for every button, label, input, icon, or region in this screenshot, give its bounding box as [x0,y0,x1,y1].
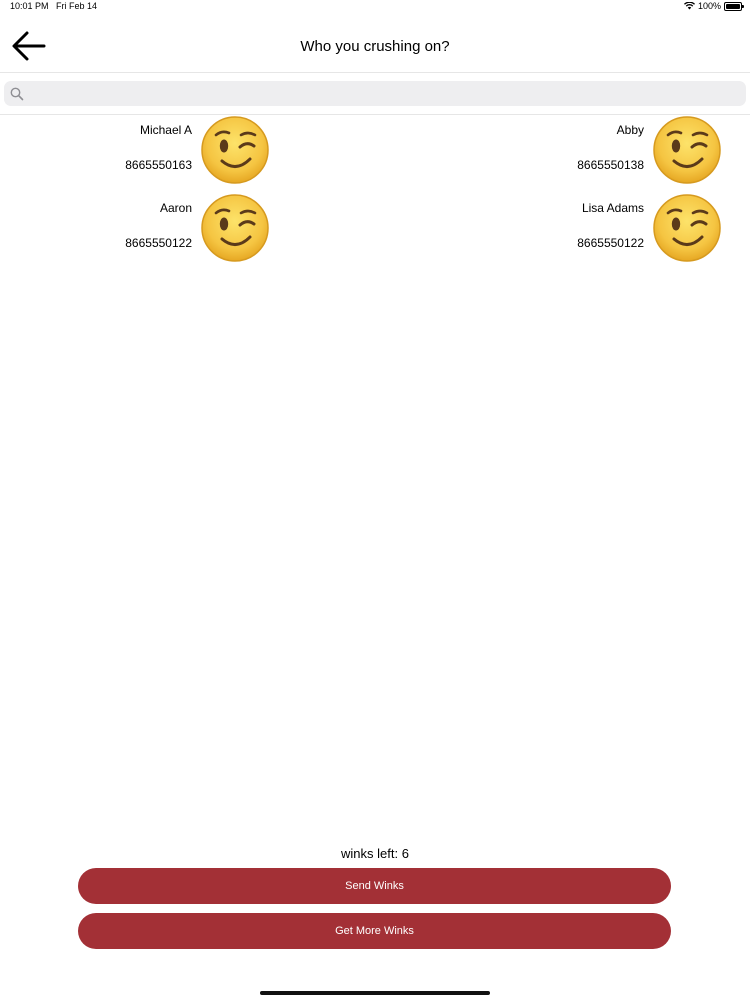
contact-item[interactable]: Michael A 8665550163 [74,115,274,189]
contact-item[interactable]: Aaron 8665550122 [74,193,274,267]
wifi-icon [683,2,695,10]
contact-item[interactable]: Abby 8665550138 [526,115,726,189]
contact-phone: 8665550122 [125,236,192,250]
navigation-bar: Who you crushing on? [0,14,750,73]
contact-item[interactable]: Lisa Adams 8665550122 [526,193,726,267]
home-indicator [260,991,490,995]
contact-name: Aaron [159,201,192,215]
contact-phone: 8665550138 [577,158,644,172]
send-winks-button[interactable]: Send Winks [78,868,671,904]
get-more-winks-button[interactable]: Get More Winks [78,913,671,949]
winking-face-emoji-icon [200,193,270,263]
contact-phone: 8665550122 [577,236,644,250]
status-date: Fri Feb 14 [56,1,98,11]
search-input[interactable] [28,81,738,108]
contact-phone: 8665550163 [125,158,192,172]
search-bar[interactable] [4,81,746,108]
contact-name: Abby [616,123,644,137]
status-time: 10:01 PM [10,1,49,11]
battery-percent: 100% [697,1,721,11]
winking-face-emoji-icon [200,115,270,185]
status-indicators: 100% [683,1,744,11]
status-bar: 10:01 PM Fri Feb 14 100% [0,0,750,14]
contact-name: Lisa Adams [581,201,644,215]
search-icon [10,87,24,101]
winking-face-emoji-icon [652,193,722,263]
battery-icon [724,1,744,11]
winking-face-emoji-icon [652,115,722,185]
winks-left-counter: winks left: 6 [341,846,409,861]
contact-name: Michael A [139,123,192,137]
page-title: Who you crushing on? [300,38,450,55]
